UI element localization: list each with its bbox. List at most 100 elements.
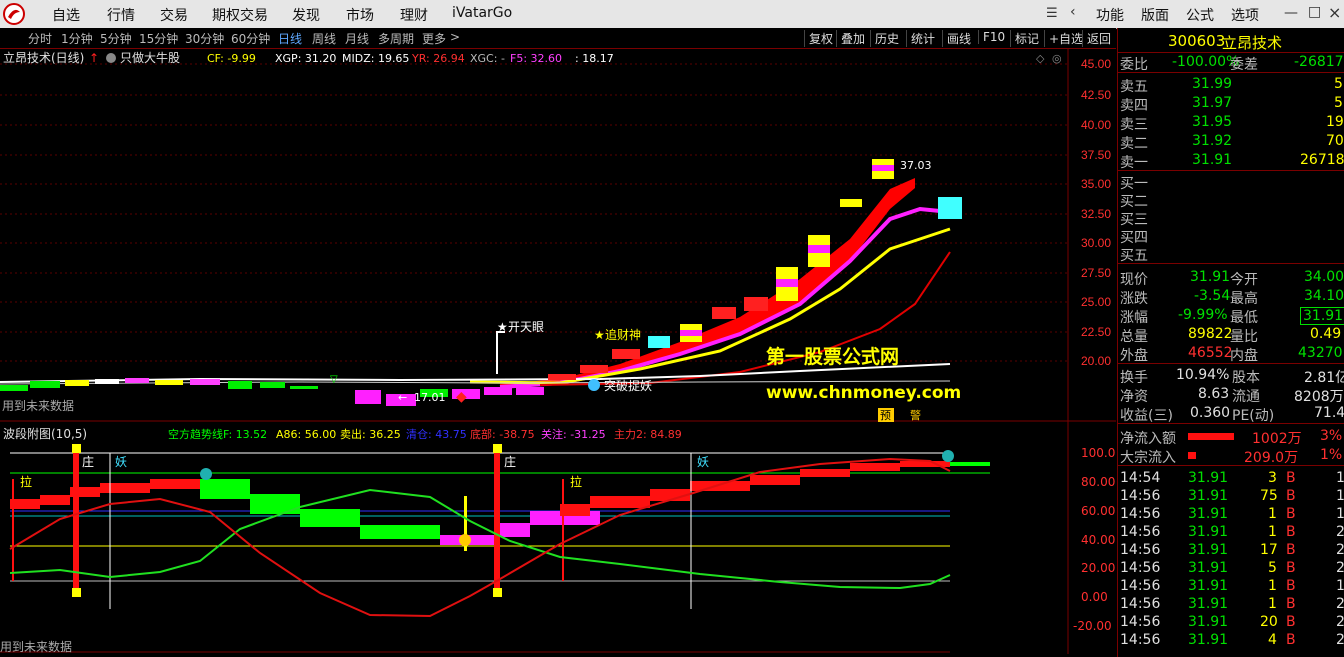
label-yao: 妖: [115, 455, 127, 469]
buy3-row[interactable]: 买三: [1118, 209, 1344, 228]
ytick: 20.00: [1081, 354, 1111, 368]
menu-xuanxiang[interactable]: 选项: [1231, 5, 1259, 25]
menu-licai[interactable]: 理财: [400, 5, 428, 25]
stock-name: 立昂技术: [1222, 34, 1283, 52]
period-fenshi[interactable]: 分时: [28, 30, 52, 47]
warning-jing: 警: [910, 408, 921, 422]
ytick: 42.50: [1081, 88, 1111, 102]
menu-banmian[interactable]: 版面: [1141, 5, 1169, 25]
minimize-icon[interactable]: —: [1284, 5, 1298, 21]
period-day[interactable]: 日线: [278, 30, 302, 47]
menu-jiaoyi[interactable]: 交易: [160, 5, 188, 25]
signal-kaitianyan: 开天眼: [508, 320, 544, 334]
signal-tupo: 突破捉妖: [604, 378, 652, 393]
main-indicator-values: CF: -9.99 XGP: 31.20 MIDZ: 19.65 YR: 26.…: [207, 52, 614, 65]
main-yaxis: 45.00 42.50 40.00 37.50 35.00 32.50 30.0…: [1081, 57, 1111, 368]
menu-hangqing[interactable]: 行情: [107, 5, 135, 25]
stats-row: 收益(三) 0.360 PE(动) 71.4: [1118, 405, 1344, 424]
tick-row: 14:56 31.91 75 B 1: [1120, 488, 1344, 504]
tool-back[interactable]: 返回: [1082, 30, 1111, 47]
tool-tongji[interactable]: 统计: [906, 30, 935, 47]
list-icon[interactable]: ☰: [1046, 6, 1058, 21]
tool-biaoji[interactable]: 标记: [1010, 30, 1039, 47]
period-30min[interactable]: 30分钟: [185, 30, 224, 47]
quote-panel: 300603 立昂技术 委比 -100.00% 委差 -26817 卖五 31.9…: [1117, 28, 1344, 657]
toggle-icon[interactable]: [106, 53, 116, 63]
ytick: 22.50: [1081, 325, 1111, 339]
top-menu-bar: 自选 行情 交易 期权交易 发现 市场 理财 iVatarGo ☰ ‹ 功能 版…: [0, 0, 1344, 29]
ytick: 100.0: [1081, 446, 1115, 460]
sell4-row[interactable]: 卖四 31.97 5: [1118, 95, 1344, 114]
quote-row: 总量 89822 量比 0.49: [1120, 326, 1342, 345]
ytick: 37.50: [1081, 148, 1111, 162]
stats-row: 净资 8.63 流通 8208万: [1120, 386, 1344, 405]
buy5-row[interactable]: 买五: [1118, 245, 1344, 264]
breakout-icon: [588, 379, 600, 391]
tool-add-watchlist[interactable]: +自选: [1044, 30, 1083, 47]
menu-faxian[interactable]: 发现: [292, 5, 320, 25]
sell2-row[interactable]: 卖二 31.92 70: [1118, 133, 1344, 152]
sub-ind-main2: 主力2: 84.89: [614, 428, 682, 441]
period-multi[interactable]: 多周期: [378, 30, 414, 47]
chart-title: 立昂技术(日线): [3, 50, 84, 65]
star-icon: ★: [594, 328, 605, 342]
tick-row: 14:56 31.91 1 B 2: [1120, 524, 1344, 540]
ytick: 0.00: [1081, 590, 1108, 604]
maximize-icon[interactable]: □: [1308, 4, 1321, 20]
sub-ind-watch: 关注: -31.25: [541, 427, 606, 441]
label-yao-2: 妖: [697, 455, 709, 469]
buy1-row[interactable]: 买一: [1118, 173, 1344, 192]
period-week[interactable]: 周线: [312, 30, 336, 47]
period-month[interactable]: 月线: [345, 30, 369, 47]
down-marker-icon: ▽: [330, 374, 338, 385]
period-60min[interactable]: 60分钟: [231, 30, 270, 47]
chevron-right-icon[interactable]: >: [450, 30, 460, 44]
ind-yr: YR: 26.94: [411, 52, 465, 65]
stock-code: 300603: [1168, 32, 1226, 50]
sell1-row[interactable]: 卖一 31.91 26718: [1118, 152, 1344, 171]
sell3-row[interactable]: 卖三 31.95 19: [1118, 114, 1344, 133]
menu-zixuan[interactable]: 自选: [52, 5, 80, 25]
tool-lishi[interactable]: 历史: [870, 30, 899, 47]
kline-chart[interactable]: 45.00 42.50 40.00 37.50 35.00 32.50 30.0…: [0, 49, 1116, 654]
ytick: 27.50: [1081, 266, 1111, 280]
tick-row: 14:54 31.91 3 B 1: [1120, 470, 1344, 486]
flow-row: 净流入额 1002万 3%: [1120, 428, 1343, 447]
diamond-marker-icon: ◆: [456, 389, 467, 405]
settings-icon[interactable]: ◎: [1052, 52, 1062, 65]
sub-ind-bottom: 底部: -38.75: [470, 427, 535, 441]
menu-ivatargo[interactable]: iVatarGo: [452, 5, 512, 21]
signal-dot-icon: [459, 534, 471, 546]
ytick: 25.00: [1081, 295, 1111, 309]
menu-shichang[interactable]: 市场: [346, 5, 374, 25]
ind-midz: MIDZ: 19.65: [342, 52, 409, 65]
chevron-left-icon[interactable]: ‹: [1070, 4, 1076, 20]
menu-qiquan[interactable]: 期权交易: [212, 5, 268, 25]
ytick: 32.50: [1081, 207, 1111, 221]
tool-fuquan[interactable]: 复权: [804, 30, 833, 47]
label: 委差: [1230, 57, 1258, 73]
menu-gongneng[interactable]: 功能: [1096, 5, 1124, 25]
diamond-icon[interactable]: ◇: [1036, 52, 1045, 65]
buy4-row[interactable]: 买四: [1118, 227, 1344, 246]
sub-title: 波段附图(10,5): [3, 426, 87, 441]
tool-diejia[interactable]: 叠加: [836, 30, 865, 47]
period-5min[interactable]: 5分钟: [100, 30, 132, 47]
tool-f10[interactable]: F10: [978, 30, 1005, 44]
ytick: 60.00: [1081, 504, 1115, 518]
menu-gongshi[interactable]: 公式: [1186, 5, 1214, 25]
ytick: 45.00: [1081, 57, 1111, 71]
label-la: 拉: [20, 474, 32, 489]
low-price-arrow-icon: ←: [398, 391, 407, 404]
period-more[interactable]: 更多: [422, 30, 446, 47]
tool-huaxian[interactable]: 画线: [942, 30, 971, 47]
close-icon[interactable]: ×: [1328, 3, 1341, 22]
sell5-row[interactable]: 卖五 31.99 5: [1118, 76, 1344, 95]
ind-xgc: XGC: -: [470, 52, 505, 65]
buy2-row[interactable]: 买二: [1118, 191, 1344, 210]
low-price-label: 17.01: [414, 391, 446, 404]
period-15min[interactable]: 15分钟: [139, 30, 178, 47]
ytick: 80.00: [1081, 475, 1115, 489]
signal-zhuicaishen: 追财神: [605, 327, 641, 342]
period-1min[interactable]: 1分钟: [61, 30, 93, 47]
